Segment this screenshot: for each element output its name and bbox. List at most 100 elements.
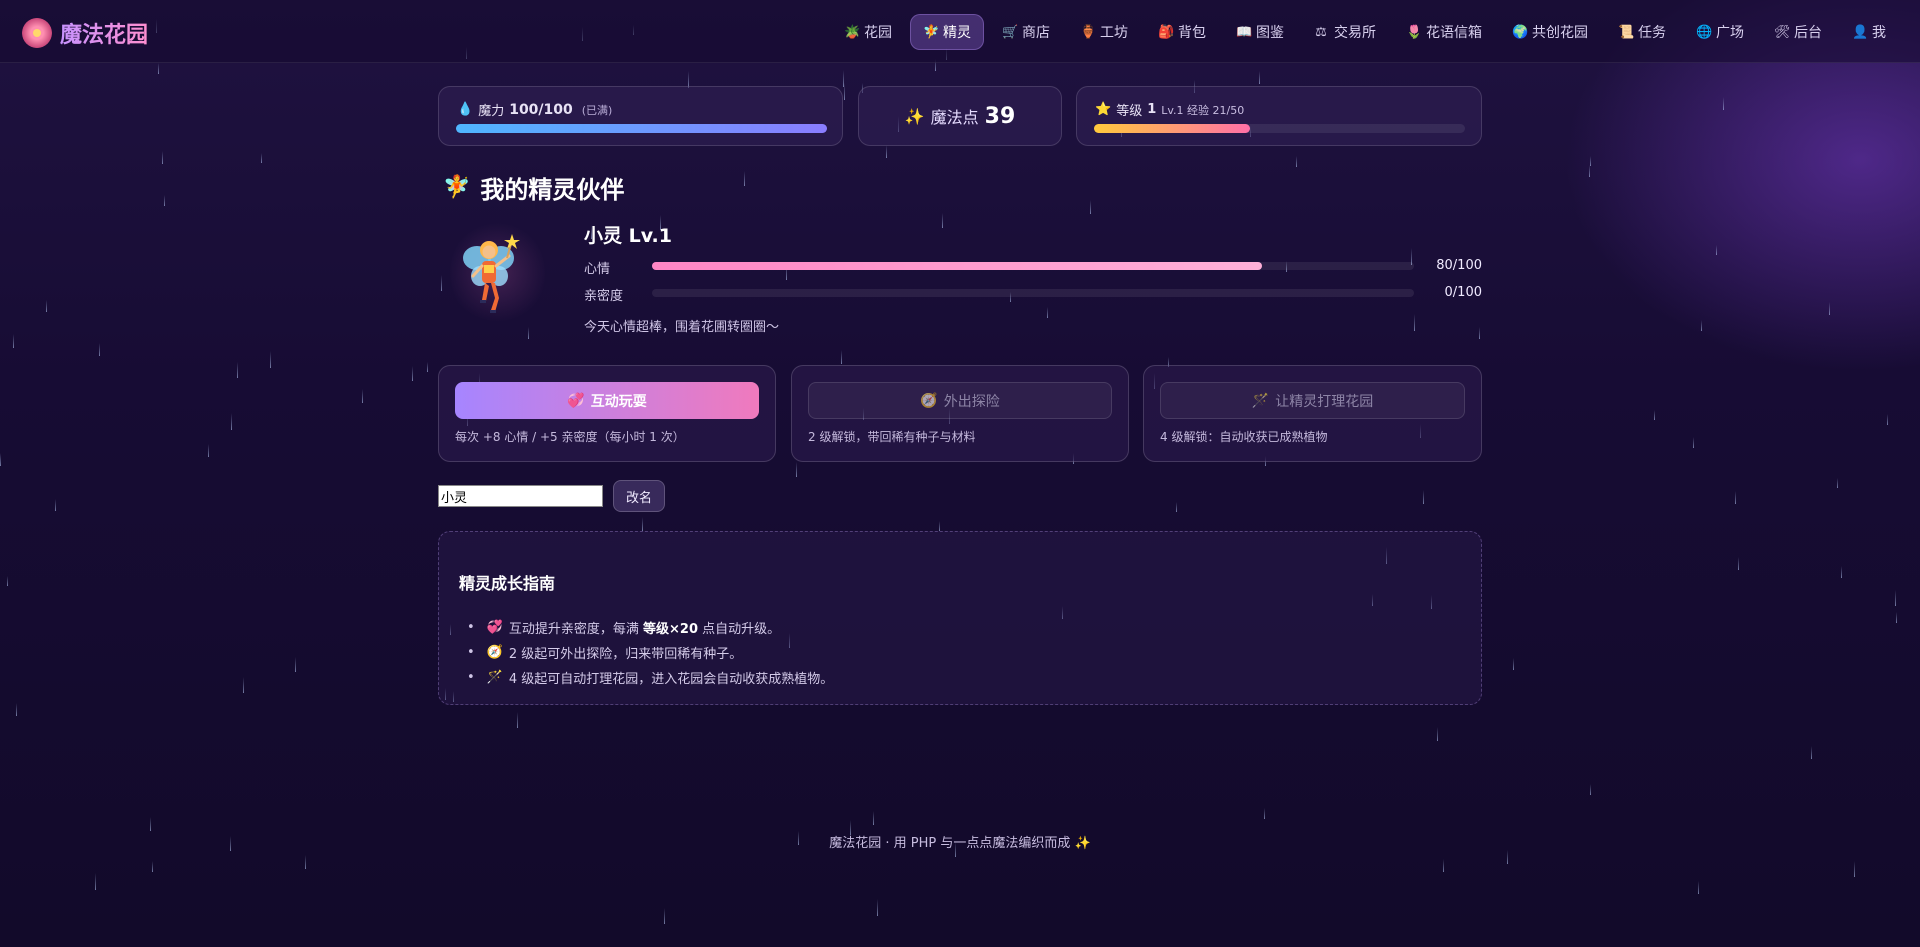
nav-item-6[interactable]: ⚖ 交易所 — [1302, 14, 1388, 50]
rain-drop — [939, 521, 940, 531]
nav-label: 交易所 — [1334, 25, 1376, 41]
brand[interactable]: 魔法花园 — [22, 18, 148, 48]
rain-drop — [7, 576, 8, 586]
rain-drop — [152, 861, 153, 872]
tend-garden-button[interactable]: 🪄 让精灵打理花园 — [1160, 382, 1465, 419]
explore-button[interactable]: 🧭 外出探险 — [808, 382, 1112, 419]
rain-drop — [164, 195, 165, 206]
magic-wand-icon: 🪄 — [1251, 392, 1270, 409]
explore-description: 2 级解锁，带回稀有种子与材料 — [808, 430, 976, 444]
mana-value: 100/100 — [509, 101, 573, 118]
mood-bar-fill — [652, 262, 1262, 270]
rain-drop — [231, 413, 232, 430]
nav-label: 我 — [1872, 25, 1886, 41]
rain-drop — [1896, 612, 1897, 623]
rain-drop — [13, 334, 14, 348]
nav-item-4[interactable]: 🎒 背包 — [1146, 14, 1218, 50]
nav-label: 花园 — [864, 25, 892, 41]
nav-label: 花语信箱 — [1426, 25, 1482, 41]
nav-item-7[interactable]: 🌷 花语信箱 — [1394, 14, 1494, 50]
rain-drop — [1811, 746, 1812, 759]
tools-icon: 🛠 — [1774, 24, 1791, 40]
rename-button[interactable]: 改名 — [613, 480, 665, 512]
rain-drop — [1735, 491, 1736, 504]
list-item: 💞 互动提升亲密度，每满 等级×20 点自动升级。 — [459, 615, 833, 640]
rain-drop — [1590, 784, 1591, 795]
rain-drop — [1296, 156, 1297, 167]
rain-drop — [1738, 557, 1739, 570]
rain-drop — [1698, 881, 1699, 894]
nav-item-3[interactable]: 🏺 工坊 — [1068, 14, 1140, 50]
rain-drop — [1507, 850, 1508, 864]
rain-drop — [441, 275, 442, 291]
rename-input[interactable] — [438, 485, 603, 507]
page-title: 🧚 我的精灵伙伴 — [443, 170, 624, 205]
compass-icon: 🧭 — [486, 645, 503, 660]
nav-item-12[interactable]: 👤 我 — [1840, 14, 1898, 50]
play-description: 每次 +8 心情 / +5 亲密度（每小时 1 次） — [455, 430, 685, 444]
magic-points-label: 魔法点 — [930, 108, 979, 127]
hearts-icon: 💞 — [567, 392, 585, 409]
rain-drop — [16, 703, 17, 716]
rain-drop — [744, 171, 745, 186]
guide-text: 互动提升亲密度，每满 — [508, 622, 643, 637]
nav-item-5[interactable]: 📖 图鉴 — [1224, 14, 1296, 50]
experience-text: Lv.1 经验 21/50 — [1161, 103, 1245, 117]
rain-drop — [844, 83, 845, 100]
action-card-tend-garden: 🪄 让精灵打理花园 4 级解锁：自动收获已成熟植物 — [1143, 365, 1482, 462]
rain-drop — [1723, 97, 1724, 110]
nav-item-2[interactable]: 🛒 商店 — [990, 14, 1062, 50]
level-card: ⭐ 等级 1 Lv.1 经验 21/50 — [1076, 86, 1482, 146]
guide-text: 点自动升级。 — [697, 622, 781, 637]
rain-drop — [1701, 320, 1702, 331]
list-item: 🪄 4 级起可自动打理花园，进入花园会自动收获成熟植物。 — [459, 665, 834, 690]
experience-progress-bar — [1094, 124, 1465, 133]
nav-label: 共创花园 — [1532, 25, 1588, 41]
magic-points-card: ✨ 魔法点 39 — [858, 86, 1062, 146]
rain-drop — [95, 873, 96, 890]
rain-drop — [243, 677, 244, 693]
rain-drop — [528, 327, 529, 339]
level-value: 1 — [1147, 102, 1157, 117]
rain-drop — [55, 499, 56, 511]
nav-item-0[interactable]: 🪴 花园 — [832, 14, 904, 50]
rain-drop — [664, 908, 665, 924]
magic-points-value: 39 — [984, 103, 1016, 129]
mana-label: 魔力 — [478, 104, 505, 119]
nav-label: 图鉴 — [1256, 25, 1284, 41]
mood-bar — [652, 262, 1414, 270]
nav-item-9[interactable]: 📜 任务 — [1606, 14, 1678, 50]
rain-drop — [158, 63, 159, 74]
rain-drop — [1414, 314, 1415, 331]
rain-drop — [1895, 590, 1896, 606]
rain-drop — [1047, 307, 1048, 318]
mana-progress-bar — [456, 124, 827, 133]
experience-progress-fill — [1094, 124, 1250, 133]
book-icon: 📖 — [1236, 24, 1253, 40]
star-icon: ⭐ — [1095, 102, 1112, 117]
rain-drop — [1829, 302, 1830, 315]
rain-drop — [427, 362, 428, 372]
mood-label: 心情 — [584, 262, 611, 277]
play-button-label: 互动玩耍 — [590, 393, 647, 410]
sparkles-icon: ✨ — [904, 106, 925, 126]
rain-drop — [942, 213, 943, 228]
brand-name: 魔法花园 — [60, 17, 148, 49]
rain-drop — [295, 657, 296, 672]
rain-drop — [877, 899, 878, 916]
rain-drop — [1854, 861, 1855, 877]
nav-item-8[interactable]: 🌍 共创花园 — [1500, 14, 1600, 50]
hearts-icon: 💞 — [486, 620, 503, 635]
main-nav: 🪴 花园 🧚 精灵 🛒 商店 🏺 工坊 🎒 背包 📖 图鉴 ⚖ 交易所 🌷 花语信箱 🌍 共创花园 📜 任务 🌐 广场 🛠 后… — [832, 14, 1898, 50]
nav-label: 任务 — [1638, 25, 1666, 41]
footer-text: 魔法花园 · 用 PHP 与一点点魔法编织而成 ✨ — [829, 836, 1091, 851]
nav-item-11[interactable]: 🛠 后台 — [1762, 14, 1834, 50]
rain-drop — [1090, 200, 1091, 214]
play-button[interactable]: 💞 互动玩耍 — [455, 382, 759, 419]
nav-item-10[interactable]: 🌐 广场 — [1684, 14, 1756, 50]
nav-item-1[interactable]: 🧚 精灵 — [910, 14, 984, 50]
tulip-icon: 🌷 — [1406, 24, 1423, 40]
rain-drop — [150, 817, 151, 831]
tend-garden-description: 4 级解锁：自动收获已成熟植物 — [1160, 430, 1328, 444]
intimacy-label: 亲密度 — [584, 289, 624, 304]
